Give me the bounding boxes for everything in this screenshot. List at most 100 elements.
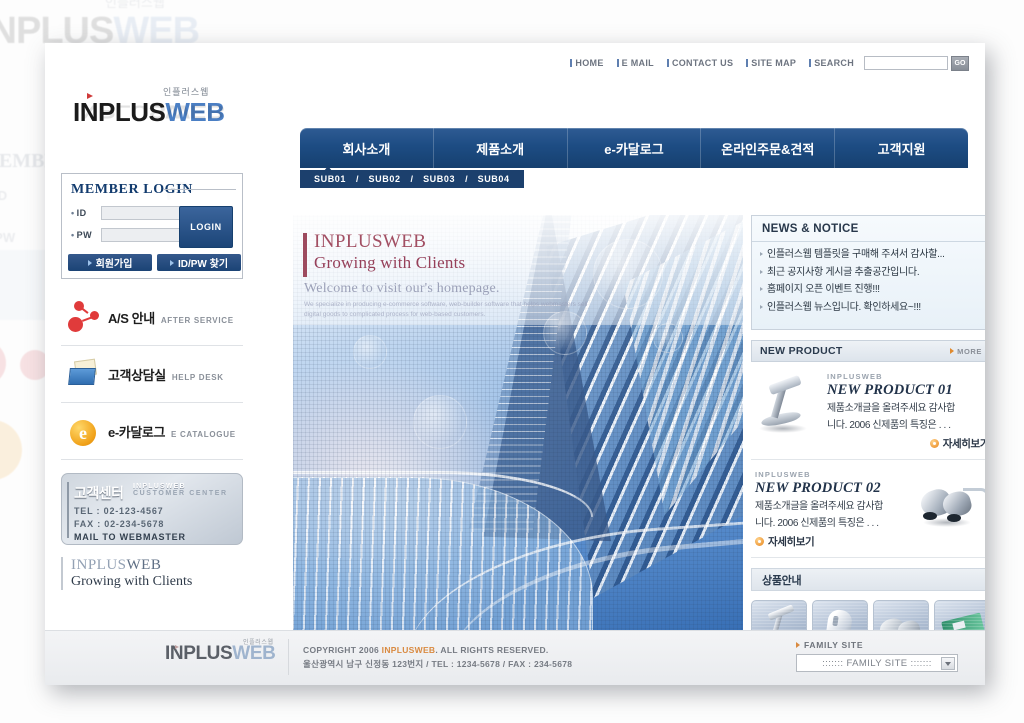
subnav-item-sub04[interactable]: SUB04 bbox=[478, 174, 510, 184]
nav-item-products[interactable]: 제품소개 bbox=[434, 128, 568, 168]
customer-center-box[interactable]: 고객센터 INPLUSWEB CUSTOMER CENTER TEL : 02-… bbox=[61, 473, 243, 545]
bullet-icon bbox=[760, 287, 763, 291]
sidebar-item-after-service-label-en: AFTER SERVICE bbox=[160, 315, 234, 325]
nav-item-ecatalogue-label: e-카달로그 bbox=[604, 141, 664, 157]
accent-bar bbox=[67, 482, 69, 538]
bullet-icon: • bbox=[71, 230, 75, 240]
nav-item-support-label: 고객지원 bbox=[877, 141, 926, 157]
footer-logo[interactable]: 인플러스웹 INPLUSWEB bbox=[165, 640, 276, 665]
family-site: FAMILY SITE ::::::: FAMILY SITE ::::::: bbox=[796, 640, 971, 672]
new-product-item-detail-link[interactable]: 자세히보기 bbox=[827, 436, 985, 451]
sidebar-item-help-desk[interactable]: 고객상담실 HELP DESK bbox=[61, 346, 243, 403]
utility-bar: HOME E MAIL CONTACT US SITE MAP SEARCH G… bbox=[45, 43, 985, 83]
nav-item-online-order-label: 온라인주문&견적 bbox=[721, 141, 815, 157]
subnav-item-sub01[interactable]: SUB01 bbox=[314, 174, 346, 184]
utility-link-sitemap-label: SITE MAP bbox=[751, 58, 797, 68]
member-login-box: MEMBER LOGIN • ID • PW LOGIN 회원가입 ID/PW … bbox=[61, 173, 243, 279]
find-id-pw-button-label: ID/PW 찾기 bbox=[177, 259, 229, 270]
hero-banner[interactable]: INPLUSWEB Growing with Clients Welcome t… bbox=[293, 215, 743, 669]
hero-subtitle: Growing with Clients bbox=[314, 253, 466, 272]
bullet-icon bbox=[760, 252, 763, 256]
logo-reflection-blue: WEB bbox=[165, 101, 225, 123]
footer-copyright-prefix: COPYRIGHT 2006 bbox=[303, 645, 382, 655]
new-product-item-info: INPLUSWEB NEW PRODUCT 02 제품소개글을 올려주세요 감사… bbox=[753, 470, 917, 549]
footer-copyright-brand: INPLUSWEB bbox=[381, 645, 436, 655]
sub-navigation: SUB01 / SUB02 / SUB03 / SUB04 bbox=[300, 166, 524, 188]
sidebar-item-e-catalogue[interactable]: e e-카달로그 E CATALOGUE bbox=[61, 403, 243, 460]
customer-center-mail[interactable]: MAIL TO WEBMASTER bbox=[74, 532, 242, 542]
news-list-item-label: 인플러스웹 템플릿을 구매해 주셔서 감사할... bbox=[767, 249, 945, 260]
sidebar-tagline-brand-dark: WEB bbox=[126, 557, 162, 573]
new-product-item-brand: INPLUSWEB bbox=[755, 470, 811, 479]
new-product-item[interactable]: INPLUSWEB NEW PRODUCT 01 제품소개글을 올려주세요 감사… bbox=[751, 362, 985, 460]
sidebar-tagline-slogan: Growing with Clients bbox=[71, 574, 193, 589]
login-pw-label: • PW bbox=[71, 230, 101, 240]
nav-item-products-label: 제품소개 bbox=[476, 141, 525, 157]
login-button[interactable]: LOGIN bbox=[179, 206, 233, 248]
utility-link-contact[interactable]: CONTACT US bbox=[666, 58, 733, 68]
new-product-item-detail-link[interactable]: 자세히보기 bbox=[755, 534, 917, 549]
news-list-item[interactable]: 홈페이지 오픈 이벤트 진행!!! bbox=[760, 282, 982, 298]
footer-copyright: COPYRIGHT 2006 INPLUSWEB. ALL RIGHTS RES… bbox=[303, 643, 572, 672]
customer-center-fax: FAX : 02-234-5678 bbox=[74, 519, 165, 529]
login-actions: 회원가입 ID/PW 찾기 bbox=[68, 254, 241, 271]
hero-welcome-text: Welcome to visit our's homepage. bbox=[304, 281, 500, 296]
sidebar-menu: A/S 안내 AFTER SERVICE 고객상담실 HELP DESK e e… bbox=[61, 289, 243, 460]
sidebar-item-help-desk-label-ko: 고객상담실 bbox=[108, 367, 166, 383]
member-login-title: MEMBER LOGIN bbox=[71, 182, 193, 197]
login-id-input[interactable] bbox=[101, 206, 183, 220]
customer-center-title: 고객센터 bbox=[74, 485, 124, 501]
new-product-item-desc-line2: 니다. 2006 신제품의 특징은 . . . bbox=[827, 420, 951, 431]
new-product-item-name: NEW PRODUCT 02 bbox=[755, 480, 881, 496]
subnav-separator: / bbox=[465, 174, 468, 184]
login-pw-input[interactable] bbox=[101, 228, 183, 242]
news-list-item[interactable]: 인플러스웹 뉴스입니다. 확인하세요~!!! bbox=[760, 300, 982, 316]
sidebar-item-help-desk-label-en: HELP DESK bbox=[171, 372, 224, 382]
subnav-item-sub02[interactable]: SUB02 bbox=[369, 174, 401, 184]
news-list-item-label: 최근 공지사항 게시글 추출공간입니다. bbox=[767, 266, 920, 278]
nav-item-online-order[interactable]: 온라인주문&견적 bbox=[701, 128, 836, 168]
family-site-select-value: ::::::: FAMILY SITE ::::::: bbox=[822, 657, 932, 669]
utility-link-search[interactable]: SEARCH bbox=[809, 58, 854, 68]
family-site-select[interactable]: ::::::: FAMILY SITE ::::::: bbox=[796, 654, 958, 672]
subnav-item-sub03[interactable]: SUB03 bbox=[423, 174, 455, 184]
utility-link-email-label: E MAIL bbox=[621, 58, 654, 68]
chevron-right-icon bbox=[87, 259, 92, 266]
plus-circle-icon bbox=[755, 537, 764, 546]
customer-center-subtitle-en: CUSTOMER CENTER bbox=[132, 490, 228, 497]
nav-item-support[interactable]: 고객지원 bbox=[835, 128, 968, 168]
caret-up-icon bbox=[324, 166, 332, 171]
search-input[interactable] bbox=[864, 56, 948, 70]
login-id-label-text: ID bbox=[76, 208, 87, 218]
news-list-item[interactable]: 인플러스웹 템플릿을 구매해 주셔서 감사할... bbox=[760, 247, 982, 263]
new-product-more-link[interactable]: MORE bbox=[950, 347, 982, 356]
chevron-down-icon[interactable] bbox=[941, 657, 955, 670]
chevron-right-icon bbox=[169, 259, 174, 266]
logo-reflection: INPLUSWEB bbox=[73, 101, 225, 123]
subnav-separator: / bbox=[356, 174, 359, 184]
find-id-pw-button[interactable]: ID/PW 찾기 bbox=[157, 254, 241, 271]
login-id-label: • ID bbox=[71, 208, 101, 218]
utility-link-home[interactable]: HOME bbox=[570, 58, 603, 68]
bullet-icon bbox=[616, 59, 619, 67]
new-product-more-label: MORE bbox=[957, 346, 982, 356]
utility-link-sitemap[interactable]: SITE MAP bbox=[746, 58, 796, 68]
site-window: ◠ HOME E MAIL CONTACT US SITE MAP SEARCH… bbox=[45, 43, 985, 685]
join-button[interactable]: 회원가입 bbox=[68, 254, 152, 271]
sidebar-item-after-service[interactable]: A/S 안내 AFTER SERVICE bbox=[61, 289, 243, 346]
family-site-label: FAMILY SITE bbox=[796, 640, 971, 650]
news-list-item-label: 인플러스웹 뉴스입니다. 확인하세요~!!! bbox=[767, 301, 921, 313]
nav-item-company[interactable]: 회사소개 bbox=[300, 128, 434, 168]
new-product-item-detail-label: 자세히보기 bbox=[768, 536, 815, 548]
new-product-item[interactable]: INPLUSWEB NEW PRODUCT 02 제품소개글을 올려주세요 감사… bbox=[751, 460, 985, 558]
ghost-dot-3 bbox=[0, 420, 22, 480]
scanner-icon bbox=[753, 372, 825, 440]
site-logo[interactable]: 인플러스웹 INPLUSWEB INPLUSWEB bbox=[65, 83, 285, 155]
news-list-item[interactable]: 최근 공지사항 게시글 추출공간입니다. bbox=[760, 265, 982, 281]
search-go-button[interactable]: GO bbox=[951, 55, 969, 71]
utility-link-email[interactable]: E MAIL bbox=[616, 58, 654, 68]
nav-item-ecatalogue[interactable]: e-카달로그 bbox=[568, 128, 702, 168]
flag-icon bbox=[175, 645, 179, 649]
news-panel: NEWS & NOTICE 인플러스웹 템플릿을 구매해 주셔서 감사할... … bbox=[751, 215, 985, 330]
news-panel-header: NEWS & NOTICE bbox=[752, 216, 985, 242]
